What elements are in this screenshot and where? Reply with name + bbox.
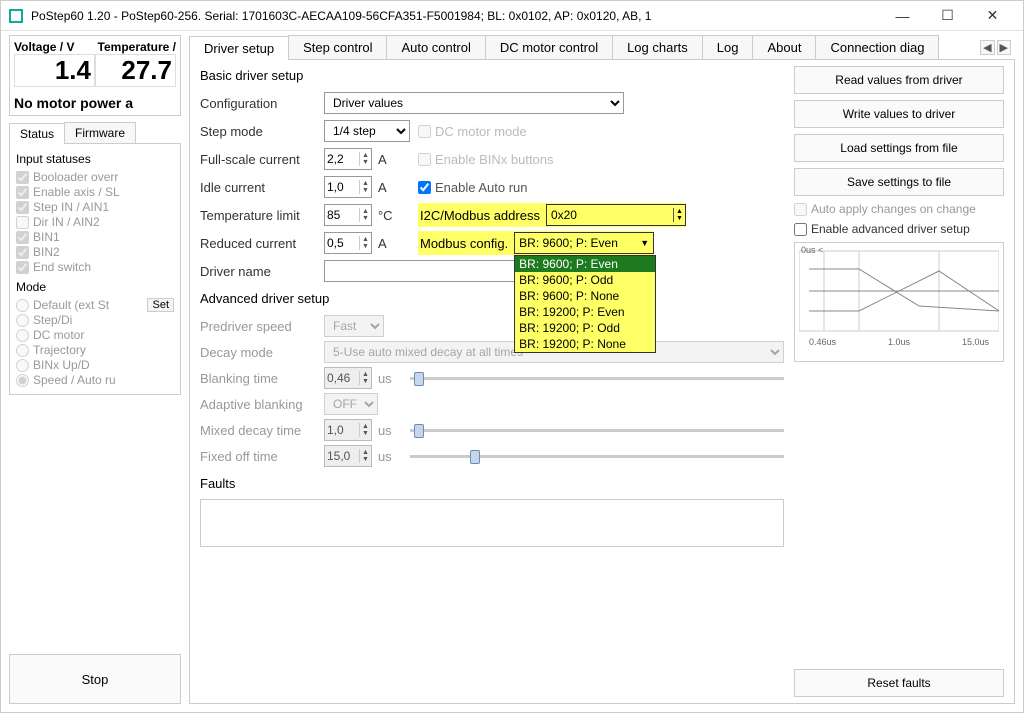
configuration-label: Configuration [200, 96, 318, 111]
mode-speed[interactable]: Speed / Auto ru [16, 373, 174, 387]
modbus-config-select[interactable]: BR: 9600; P: Even▼ BR: 9600; P: Even BR:… [514, 232, 654, 254]
tab-about[interactable]: About [752, 35, 816, 59]
dc-motor-mode-check[interactable]: DC motor mode [418, 124, 527, 139]
mode-stepdi[interactable]: Step/Di [16, 313, 174, 327]
titlebar: PoStep60 1.20 - PoStep60-256. Serial: 17… [1, 1, 1023, 31]
i2c-address-input[interactable]: ▲▼ [546, 204, 686, 226]
adaptive-select: OFF [324, 393, 378, 415]
i2c-label: I2C/Modbus address [420, 208, 540, 223]
mode-binx[interactable]: BINx Up/D [16, 358, 174, 372]
no-motor-label: No motor power a [14, 95, 176, 111]
fixed-label: Fixed off time [200, 449, 318, 464]
tab-dc-motor[interactable]: DC motor control [485, 35, 613, 59]
step-mode-label: Step mode [200, 124, 318, 139]
save-settings-button[interactable]: Save settings to file [794, 168, 1004, 196]
faults-box [200, 499, 784, 547]
mode-trajectory[interactable]: Trajectory [16, 343, 174, 357]
blanking-label: Blanking time [200, 371, 318, 386]
predriver-select: Fast [324, 315, 384, 337]
status-step-in: Step IN / AIN1 [16, 200, 174, 214]
stop-button[interactable]: Stop [9, 654, 181, 704]
fixed-input: ▲▼ [324, 445, 372, 467]
mode-title: Mode [16, 280, 174, 294]
enable-auto-check[interactable]: Enable Auto run [418, 180, 528, 195]
modbus-option[interactable]: BR: 19200; P: Odd [515, 320, 655, 336]
blanking-slider [410, 377, 784, 380]
status-bootloader: Booloader overr [16, 170, 174, 184]
temperature-label: Temperature / [98, 40, 176, 54]
tab-scroll-right[interactable]: ▶ [997, 40, 1011, 55]
tab-driver-setup[interactable]: Driver setup [189, 36, 289, 60]
driver-name-label: Driver name [200, 264, 318, 279]
minimize-button[interactable]: — [880, 2, 925, 30]
idle-current-label: Idle current [200, 180, 318, 195]
decay-label: Decay mode [200, 345, 318, 360]
maximize-button[interactable]: ☐ [925, 2, 970, 30]
reduced-current-input[interactable]: ▲▼ [324, 232, 372, 254]
full-scale-input[interactable]: ▲▼ [324, 148, 372, 170]
modbus-option[interactable]: BR: 19200; P: None [515, 336, 655, 352]
idle-current-input[interactable]: ▲▼ [324, 176, 372, 198]
status-dir-in: Dir IN / AIN2 [16, 215, 174, 229]
voltage-value: 1.4 [14, 54, 95, 87]
status-bin2: BIN2 [16, 245, 174, 259]
full-scale-label: Full-scale current [200, 152, 318, 167]
voltage-label: Voltage / V [14, 40, 98, 54]
predriver-label: Predriver speed [200, 319, 318, 334]
modbus-option[interactable]: BR: 9600; P: Odd [515, 272, 655, 288]
modbus-dropdown: BR: 9600; P: Even BR: 9600; P: Odd BR: 9… [514, 255, 656, 353]
status-end-switch: End switch [16, 260, 174, 274]
auto-apply-check[interactable]: Auto apply changes on change [794, 202, 1004, 216]
modbus-option[interactable]: BR: 9600; P: None [515, 288, 655, 304]
modbus-option[interactable]: BR: 9600; P: Even [515, 256, 655, 272]
blanking-input: ▲▼ [324, 367, 372, 389]
status-bin1: BIN1 [16, 230, 174, 244]
modbus-option[interactable]: BR: 19200; P: Even [515, 304, 655, 320]
fixed-slider [410, 455, 784, 458]
mixed-slider [410, 429, 784, 432]
enable-adv-check[interactable]: Enable advanced driver setup [794, 222, 1004, 236]
tab-scroll-left[interactable]: ◀ [980, 40, 994, 55]
temp-limit-input[interactable]: ▲▼ [324, 204, 372, 226]
basic-title: Basic driver setup [200, 68, 784, 83]
tab-step-control[interactable]: Step control [288, 35, 387, 59]
mixed-label: Mixed decay time [200, 423, 318, 438]
write-values-button[interactable]: Write values to driver [794, 100, 1004, 128]
read-values-button[interactable]: Read values from driver [794, 66, 1004, 94]
advanced-title: Advanced driver setup [200, 291, 784, 306]
mode-dc[interactable]: DC motor [16, 328, 174, 342]
window-title: PoStep60 1.20 - PoStep60-256. Serial: 17… [31, 9, 880, 23]
tab-connection[interactable]: Connection diag [815, 35, 939, 59]
tab-firmware[interactable]: Firmware [64, 122, 136, 143]
gauges-panel: Voltage / V Temperature / 1.4 27.7 No mo… [9, 35, 181, 116]
adaptive-label: Adaptive blanking [200, 397, 318, 412]
timing-chart: 0us < 0.46us1.0us15.0us [794, 242, 1004, 362]
modbus-config-label: Modbus config. [420, 236, 508, 251]
step-mode-select[interactable]: 1/4 step [324, 120, 410, 142]
temp-limit-label: Temperature limit [200, 208, 318, 223]
main-tabs: Driver setup Step control Auto control D… [189, 35, 1015, 59]
enable-binx-check[interactable]: Enable BINx buttons [418, 152, 554, 167]
reset-faults-button[interactable]: Reset faults [794, 669, 1004, 697]
tab-auto-control[interactable]: Auto control [386, 35, 485, 59]
close-button[interactable]: ✕ [970, 2, 1015, 30]
mode-default[interactable]: Default (ext StSet [16, 298, 174, 312]
faults-title: Faults [200, 476, 784, 491]
app-window: PoStep60 1.20 - PoStep60-256. Serial: 17… [0, 0, 1024, 713]
reduced-current-label: Reduced current [200, 236, 318, 251]
temperature-value: 27.7 [95, 54, 176, 87]
tab-log-charts[interactable]: Log charts [612, 35, 703, 59]
app-icon [9, 9, 23, 23]
load-settings-button[interactable]: Load settings from file [794, 134, 1004, 162]
tab-status[interactable]: Status [9, 123, 65, 144]
mode-set-button[interactable]: Set [147, 298, 174, 312]
mixed-input: ▲▼ [324, 419, 372, 441]
configuration-select[interactable]: Driver values [324, 92, 624, 114]
status-enable-axis: Enable axis / SL [16, 185, 174, 199]
input-statuses-title: Input statuses [16, 152, 174, 166]
tab-log[interactable]: Log [702, 35, 754, 59]
